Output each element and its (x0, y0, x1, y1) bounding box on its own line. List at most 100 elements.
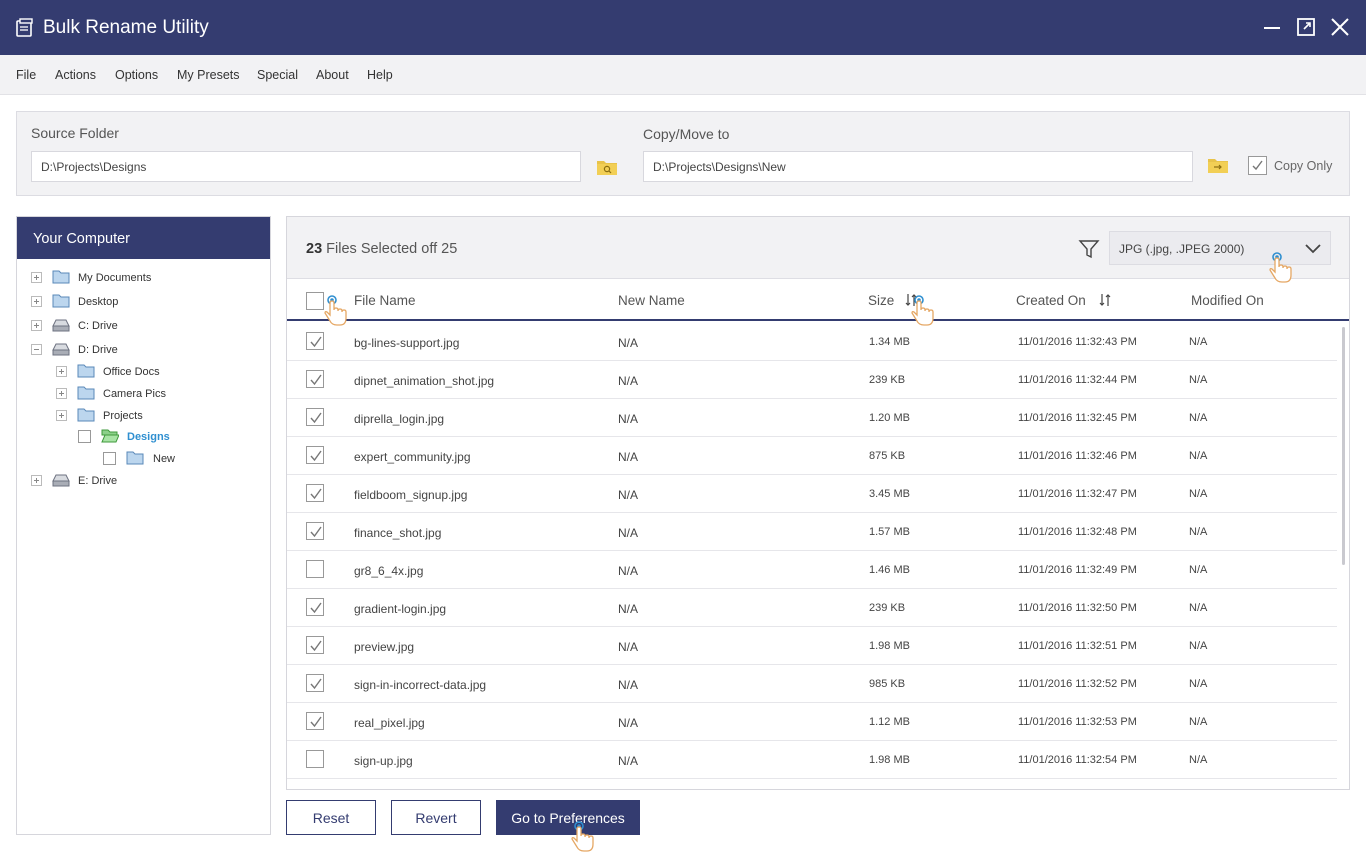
created-on: 11/01/2016 11:32:53 PM (1018, 716, 1137, 728)
menu-actions[interactable]: Actions (55, 68, 96, 82)
reset-button[interactable]: Reset (286, 800, 376, 835)
go-to-preferences-button[interactable]: Go to Preferences (496, 800, 640, 835)
column-size[interactable]: Size (868, 293, 894, 308)
new-name: N/A (618, 602, 639, 616)
modified-on: N/A (1189, 526, 1208, 538)
menu-help[interactable]: Help (367, 68, 393, 82)
table-row[interactable]: sign-in-incorrect-data.jpg N/A 985 KB 11/01… (287, 665, 1337, 703)
row-checkbox[interactable] (306, 522, 324, 540)
tree-item-my-documents[interactable]: My Documents (31, 268, 261, 288)
row-checkbox[interactable] (306, 674, 324, 692)
file-size: 3.45 MB (869, 488, 910, 500)
table-row[interactable]: diprella_login.jpg N/A 1.20 MB 11/01/2016 1… (287, 399, 1337, 437)
row-checkbox[interactable] (306, 484, 324, 502)
tree-item-desktop[interactable]: Desktop (31, 292, 261, 312)
filter-icon[interactable] (1078, 238, 1100, 260)
row-checkbox[interactable] (306, 408, 324, 426)
row-checkbox[interactable] (306, 332, 324, 350)
expand-icon[interactable] (31, 475, 42, 486)
tree-item-designs[interactable]: Designs (78, 427, 268, 447)
tree-item-c-drive[interactable]: C: Drive (31, 316, 261, 336)
folder-move-icon[interactable] (1207, 156, 1229, 174)
tree-item-new[interactable]: New (103, 449, 268, 469)
created-on: 11/01/2016 11:32:50 PM (1018, 602, 1137, 614)
new-name: N/A (618, 374, 639, 388)
close-icon[interactable] (1329, 16, 1351, 38)
copy-only-checkbox[interactable] (1248, 156, 1267, 175)
row-checkbox[interactable] (306, 712, 324, 730)
column-file-name[interactable]: File Name (354, 293, 416, 308)
expand-icon[interactable] (31, 272, 42, 283)
row-checkbox[interactable] (306, 446, 324, 464)
new-name: N/A (618, 450, 639, 464)
table-row[interactable]: real_pixel.jpg N/A 1.12 MB 11/01/2016 11:32… (287, 703, 1337, 741)
filter-value: JPG (.jpg, .JPEG 2000) (1119, 242, 1245, 256)
row-checkbox[interactable] (306, 636, 324, 654)
expand-icon[interactable] (31, 320, 42, 331)
menu-special[interactable]: Special (257, 68, 298, 82)
folder-icon (52, 294, 70, 308)
row-checkbox[interactable] (306, 598, 324, 616)
app-icon (16, 18, 33, 37)
tree-item-office-docs[interactable]: Office Docs (56, 362, 266, 382)
modified-on: N/A (1189, 450, 1208, 462)
table-row[interactable]: preview.jpg N/A 1.98 MB 11/01/2016 11:32:51… (287, 627, 1337, 665)
table-row[interactable]: dipnet_animation_shot.jpg N/A 239 KB 11/01/… (287, 361, 1337, 399)
column-modified-on[interactable]: Modified On (1191, 293, 1264, 308)
column-created-on[interactable]: Created On (1016, 293, 1086, 308)
modified-on: N/A (1189, 716, 1208, 728)
title-bar: Bulk Rename Utility (0, 0, 1366, 55)
copy-move-input[interactable] (643, 151, 1193, 182)
modified-on: N/A (1189, 488, 1208, 500)
scrollbar[interactable] (1342, 327, 1345, 565)
modified-on: N/A (1189, 374, 1208, 386)
expand-icon[interactable] (56, 410, 67, 421)
table-row[interactable]: finance_shot.jpg N/A 1.57 MB 11/01/2016 11:… (287, 513, 1337, 551)
modified-on: N/A (1189, 412, 1208, 424)
sort-icon[interactable] (905, 293, 917, 307)
menu-my-presets[interactable]: My Presets (177, 68, 240, 82)
file-name: diprella_login.jpg (354, 412, 445, 426)
folder-search-icon[interactable] (596, 158, 618, 176)
maximize-icon[interactable] (1295, 16, 1317, 38)
expand-icon[interactable] (56, 388, 67, 399)
table-row[interactable]: bg-lines-support.jpg N/A 1.34 MB 11/01/2016… (287, 323, 1337, 361)
check-icon (310, 678, 322, 690)
table-row[interactable]: gr8_6_4x.jpg N/A 1.46 MB 11/01/2016 11:32:4… (287, 551, 1337, 589)
tree-item-projects[interactable]: Projects (56, 406, 266, 426)
check-icon (310, 450, 322, 462)
expand-icon[interactable] (56, 366, 67, 377)
file-size: 1.98 MB (869, 754, 910, 766)
expand-icon[interactable] (31, 296, 42, 307)
minimize-icon[interactable] (1261, 16, 1283, 38)
tree-item-d-drive[interactable]: D: Drive (31, 340, 261, 360)
table-row[interactable]: expert_community.jpg N/A 875 KB 11/01/2016 … (287, 437, 1337, 475)
menu-about[interactable]: About (316, 68, 349, 82)
sort-icon[interactable] (1099, 293, 1111, 307)
table-row[interactable]: fieldboom_signup.jpg N/A 3.45 MB 11/01/2016… (287, 475, 1337, 513)
menu-options[interactable]: Options (115, 68, 158, 82)
collapse-icon[interactable] (31, 344, 42, 355)
file-size: 1.20 MB (869, 412, 910, 424)
revert-button[interactable]: Revert (391, 800, 481, 835)
file-size: 1.12 MB (869, 716, 910, 728)
column-new-name[interactable]: New Name (618, 293, 685, 308)
tree-checkbox[interactable] (103, 452, 116, 465)
file-type-filter[interactable]: JPG (.jpg, .JPEG 2000) (1109, 231, 1331, 265)
new-name: N/A (618, 640, 639, 654)
tree-item-e-drive[interactable]: E: Drive (31, 471, 261, 491)
tree-checkbox[interactable] (78, 430, 91, 443)
row-checkbox[interactable] (306, 370, 324, 388)
tree-item-camera-pics[interactable]: Camera Pics (56, 384, 266, 404)
check-icon (310, 602, 322, 614)
source-folder-input[interactable] (31, 151, 581, 182)
menu-file[interactable]: File (16, 68, 36, 82)
created-on: 11/01/2016 11:32:43 PM (1018, 336, 1137, 348)
select-all-checkbox[interactable] (306, 292, 324, 310)
row-checkbox[interactable] (306, 750, 324, 768)
table-row[interactable]: gradient-login.jpg N/A 239 KB 11/01/2016 11… (287, 589, 1337, 627)
table-row[interactable]: sign-up.jpg N/A 1.98 MB 11/01/2016 11:32:54… (287, 741, 1337, 779)
row-checkbox[interactable] (306, 560, 324, 578)
new-name: N/A (618, 488, 639, 502)
folder-icon (77, 364, 95, 378)
